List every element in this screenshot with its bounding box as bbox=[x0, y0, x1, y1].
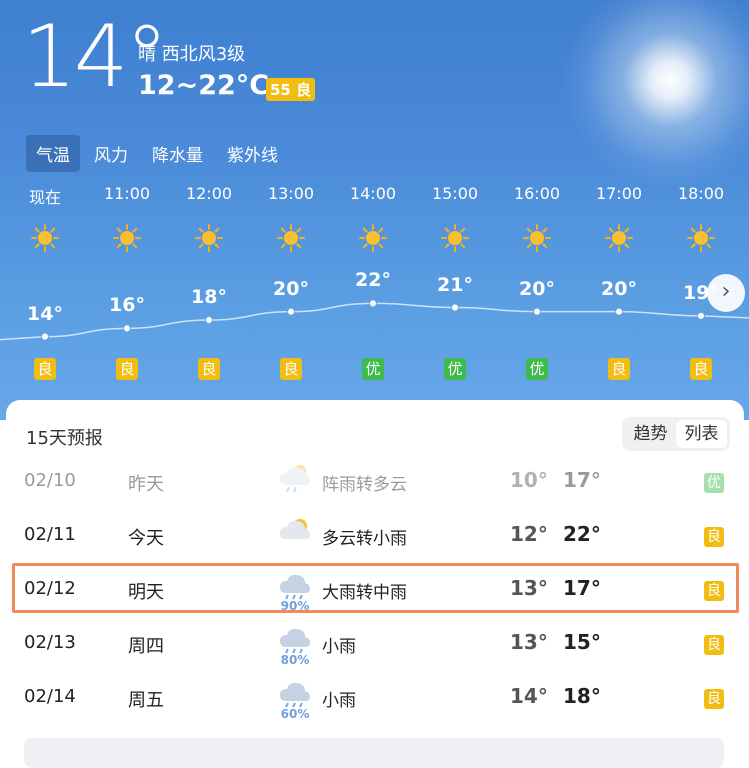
hour-air-quality: 优 bbox=[444, 358, 466, 380]
sun-glow bbox=[560, 0, 749, 190]
hour-column[interactable]: 12:00 18° 良 bbox=[168, 180, 250, 390]
sun-icon bbox=[687, 224, 715, 252]
forecast-day: 周五 bbox=[128, 690, 164, 711]
hour-air-quality: 良 bbox=[608, 358, 630, 380]
hour-air-quality: 优 bbox=[362, 358, 384, 380]
temperature-range: 12~22°C bbox=[138, 70, 270, 101]
forecast-condition: 多云转小雨 bbox=[322, 529, 407, 549]
forecast-title: 15天预报 bbox=[26, 428, 103, 449]
hour-temperature: 16° bbox=[109, 294, 145, 317]
forecast-air-quality: 良 bbox=[704, 635, 724, 655]
hour-time: 现在 bbox=[28, 188, 61, 207]
sun-icon bbox=[195, 224, 223, 252]
aqi-badge[interactable]: 55 良 bbox=[266, 78, 316, 101]
forecast-date: 02/14 bbox=[24, 686, 76, 707]
forecast-row[interactable]: 02/11 今天 多云转小雨 12° 22° 良 bbox=[6, 509, 744, 563]
hour-air-quality: 良 bbox=[690, 358, 712, 380]
toggle-list[interactable]: 列表 bbox=[676, 420, 727, 448]
hour-temperature: 22° bbox=[355, 269, 391, 292]
forecast-condition: 小雨 bbox=[322, 691, 356, 711]
sun-icon bbox=[523, 224, 551, 252]
hour-air-quality: 良 bbox=[280, 358, 302, 380]
forecast-condition: 阵雨转多云 bbox=[322, 475, 407, 495]
light-rain-icon: 80% bbox=[278, 623, 312, 667]
hour-column[interactable]: 14:00 22° 优 bbox=[332, 180, 414, 390]
tab-precipitation[interactable]: 降水量 bbox=[142, 135, 213, 172]
hour-time: 13:00 bbox=[267, 184, 315, 203]
hour-time: 17:00 bbox=[595, 184, 643, 203]
sun-icon bbox=[605, 224, 633, 252]
forecast-date: 02/11 bbox=[24, 524, 76, 545]
hour-temperature: 21° bbox=[437, 273, 473, 296]
hour-time: 14:00 bbox=[349, 184, 397, 203]
hour-temperature: 18° bbox=[191, 286, 227, 308]
forecast-day: 今天 bbox=[128, 528, 164, 549]
sun-icon bbox=[31, 224, 59, 252]
tab-temperature[interactable]: 气温 bbox=[26, 135, 80, 172]
hourly-forecast[interactable]: 现在 14° 良 11:00 16° 良 12:00 18° 良 13:00 20° 良 14:00 22… bbox=[0, 180, 749, 390]
hour-time: 12:00 bbox=[185, 184, 233, 203]
tab-uv[interactable]: 紫外线 bbox=[217, 135, 288, 172]
forecast-date: 02/13 bbox=[24, 632, 76, 653]
hour-time: 18:00 bbox=[677, 184, 725, 203]
hour-air-quality: 优 bbox=[526, 358, 548, 380]
weather-hero: 14° 晴 西北风3级 12~22°C 55 良 气温 风力 降水量 紫外线 现… bbox=[0, 0, 749, 420]
hour-column[interactable]: 13:00 20° 良 bbox=[250, 180, 332, 390]
forecast-day: 昨天 bbox=[128, 474, 164, 495]
light-rain-icon: 60% bbox=[278, 677, 312, 721]
hour-time: 11:00 bbox=[103, 184, 151, 203]
forecast-high: 22° bbox=[563, 522, 601, 546]
current-condition: 晴 西北风3级 bbox=[138, 44, 246, 65]
forecast-air-quality: 优 bbox=[704, 473, 724, 493]
precip-probability: 60% bbox=[280, 707, 310, 721]
hour-column[interactable]: 16:00 20° 优 bbox=[496, 180, 578, 390]
precip-probability: 80% bbox=[280, 653, 310, 667]
forecast-air-quality: 良 bbox=[704, 527, 724, 547]
more-forecast-button[interactable] bbox=[24, 738, 724, 768]
tab-wind[interactable]: 风力 bbox=[84, 135, 138, 172]
hour-time: 15:00 bbox=[431, 184, 479, 203]
view-toggle: 趋势 列表 bbox=[622, 417, 730, 451]
forecast-condition: 小雨 bbox=[322, 637, 356, 657]
forecast-row[interactable]: 02/14 周五 60% 小雨 14° 18° 良 bbox=[6, 671, 744, 725]
hour-air-quality: 良 bbox=[34, 358, 56, 380]
selected-row-highlight bbox=[12, 563, 739, 613]
hour-air-quality: 良 bbox=[116, 358, 138, 380]
forecast-low: 10° bbox=[510, 468, 548, 492]
forecast-high: 17° bbox=[563, 468, 601, 492]
forecast-high: 15° bbox=[563, 630, 601, 654]
hour-temperature: 20° bbox=[601, 277, 637, 300]
hour-time: 16:00 bbox=[513, 184, 561, 203]
sun-icon bbox=[277, 224, 305, 252]
forecast-row[interactable]: 02/10 昨天 阵雨转多云 10° 17° 优 bbox=[6, 455, 744, 509]
hour-column[interactable]: 17:00 20° 良 bbox=[578, 180, 660, 390]
chart-tabs: 气温 风力 降水量 紫外线 bbox=[26, 135, 292, 172]
sun-icon bbox=[113, 224, 141, 252]
hour-temperature: 20° bbox=[519, 277, 555, 300]
forecast-low: 13° bbox=[510, 630, 548, 654]
hour-column[interactable]: 15:00 21° 优 bbox=[414, 180, 496, 390]
sun-icon bbox=[359, 224, 387, 252]
forecast-row[interactable]: 02/13 周四 80% 小雨 13° 15° 良 bbox=[6, 617, 744, 671]
forecast-day: 周四 bbox=[128, 636, 164, 657]
hour-column[interactable]: 11:00 16° 良 bbox=[86, 180, 168, 390]
toggle-trend[interactable]: 趋势 bbox=[625, 420, 676, 448]
shower-to-cloudy-icon bbox=[278, 461, 312, 505]
hour-air-quality: 良 bbox=[198, 358, 220, 380]
forecast-low: 14° bbox=[510, 684, 548, 708]
forecast-low: 12° bbox=[510, 522, 548, 546]
hour-column[interactable]: 现在 14° 良 bbox=[4, 180, 86, 390]
sun-icon bbox=[441, 224, 469, 252]
hour-temperature: 14° bbox=[27, 302, 63, 325]
forecast-high: 18° bbox=[563, 684, 601, 708]
forecast-air-quality: 良 bbox=[704, 689, 724, 709]
next-hours-button[interactable]: › bbox=[707, 274, 745, 312]
cloudy-to-rain-icon bbox=[278, 515, 312, 559]
forecast-date: 02/10 bbox=[24, 470, 76, 491]
hour-temperature: 20° bbox=[273, 277, 309, 300]
